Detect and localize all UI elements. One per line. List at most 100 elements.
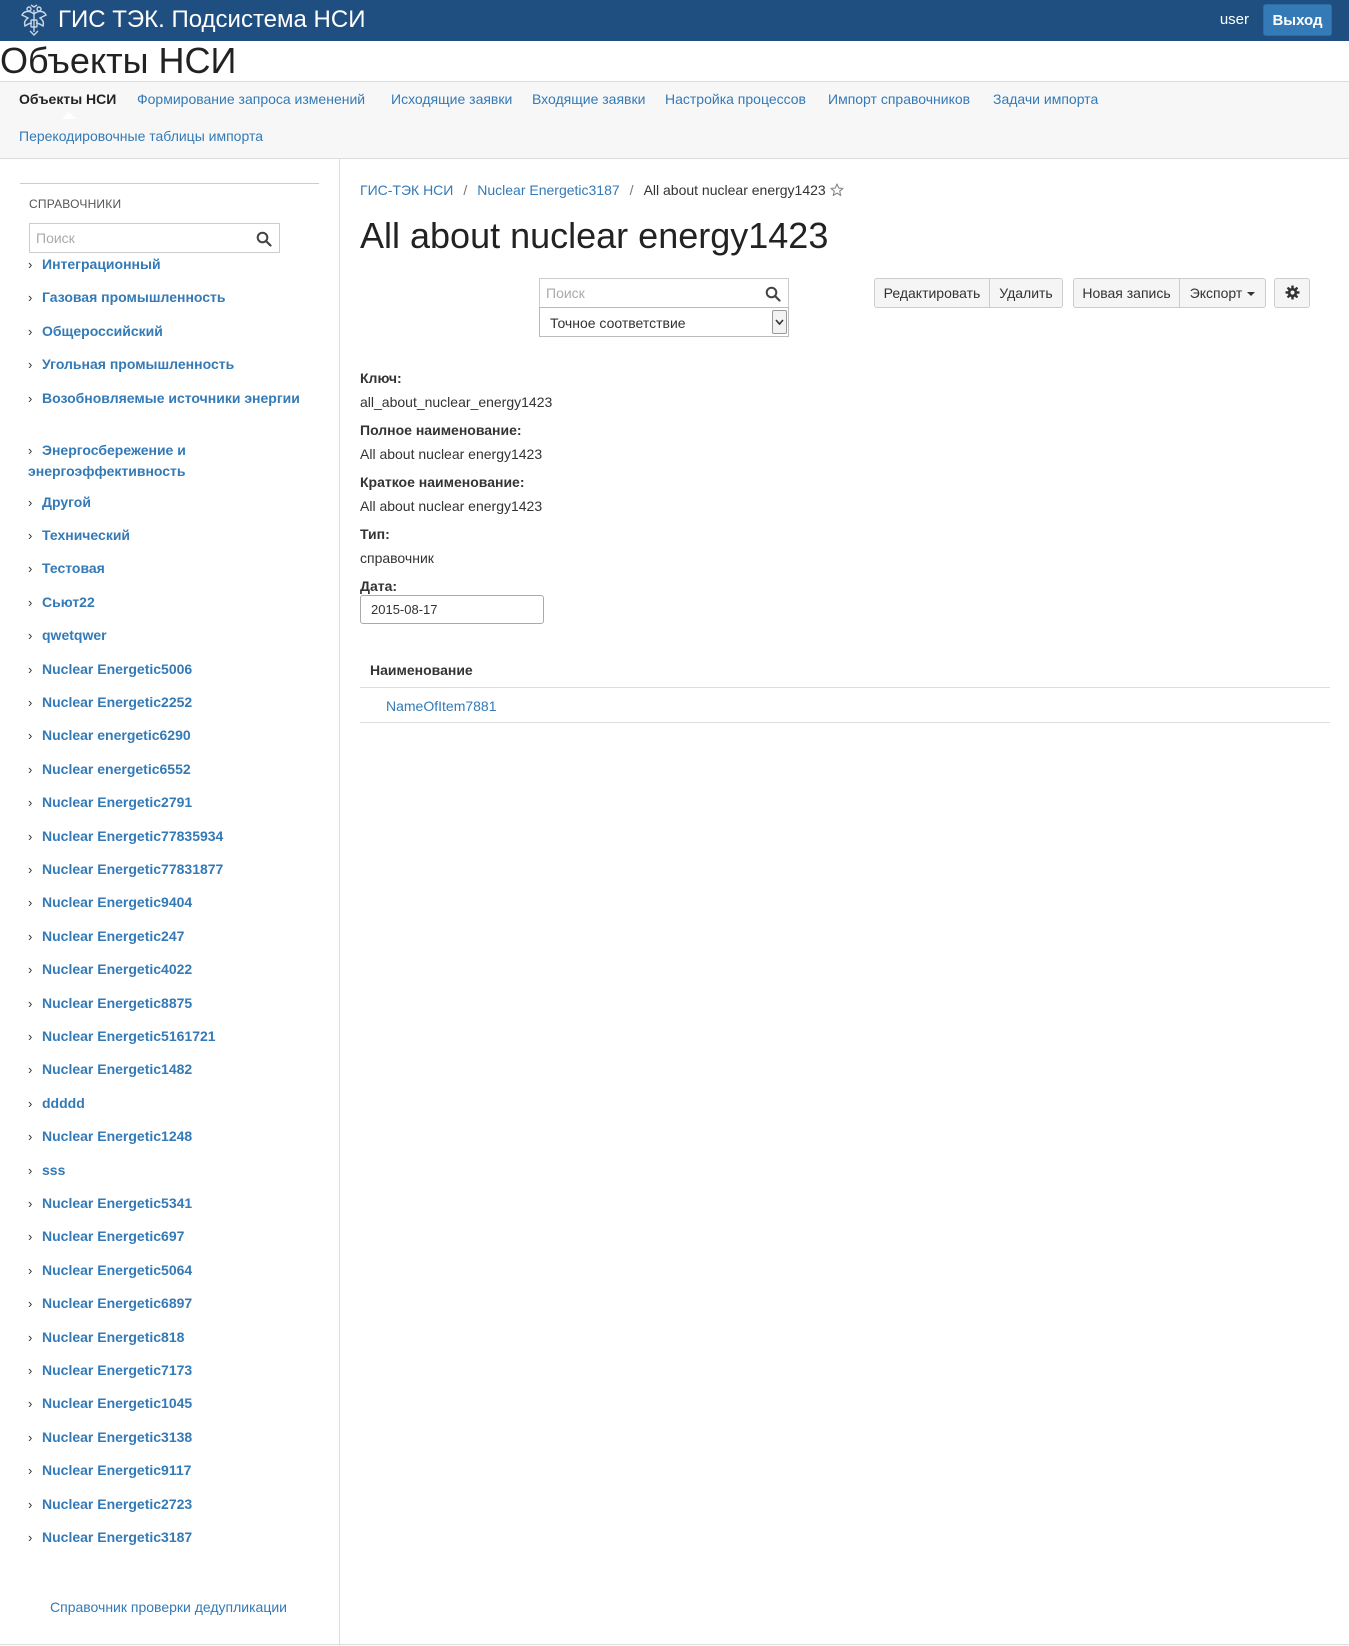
- chevron-right-icon[interactable]: ›: [28, 1394, 42, 1414]
- tree-item-label[interactable]: Nuclear Energetic4022: [42, 961, 192, 977]
- tree-item-label[interactable]: Nuclear Energetic5006: [42, 661, 192, 677]
- chevron-right-icon[interactable]: ›: [28, 1094, 42, 1114]
- chevron-right-icon[interactable]: ›: [28, 1127, 42, 1147]
- tree-item-label[interactable]: Nuclear Energetic697: [42, 1228, 184, 1244]
- nav-tab-import-tasks[interactable]: Задачи импорта: [993, 90, 1098, 108]
- tree-item-label[interactable]: Nuclear Energetic1482: [42, 1061, 192, 1077]
- tree-item[interactable]: › Nuclear Energetic247: [28, 926, 318, 947]
- chevron-right-icon[interactable]: ›: [28, 1027, 42, 1047]
- tree-item-label[interactable]: Nuclear Energetic8875: [42, 995, 192, 1011]
- chevron-right-icon[interactable]: ›: [28, 1194, 42, 1214]
- tree-item-label[interactable]: Nuclear Energetic7173: [42, 1362, 192, 1378]
- tree-item-label[interactable]: Nuclear Energetic3138: [42, 1429, 192, 1445]
- tree-leaf-dedup[interactable]: Справочник проверки дедупликации: [50, 1597, 287, 1617]
- edit-button[interactable]: Редактировать: [874, 278, 990, 308]
- nav-tab-import-dictionaries[interactable]: Импорт справочников: [828, 90, 970, 108]
- tree-item[interactable]: › Nuclear Energetic1482: [28, 1059, 318, 1080]
- tree-item-label[interactable]: Общероссийский: [42, 323, 163, 339]
- record-search-input[interactable]: [540, 279, 788, 307]
- tree-item[interactable]: › Технический: [28, 525, 318, 546]
- tree-item[interactable]: › Возобновляемые источники энергии: [28, 388, 318, 409]
- chevron-right-icon[interactable]: ›: [28, 994, 42, 1014]
- tree-item[interactable]: › Nuclear Energetic3187: [28, 1527, 318, 1548]
- tree-item[interactable]: › Nuclear Energetic818: [28, 1327, 318, 1348]
- chevron-right-icon[interactable]: ›: [28, 1294, 42, 1314]
- nav-tab-recoding-tables[interactable]: Перекодировочные таблицы импорта: [19, 127, 263, 145]
- tree-item[interactable]: › Nuclear Energetic9404: [28, 892, 318, 913]
- tree-item[interactable]: › Nuclear Energetic6897: [28, 1293, 318, 1314]
- table-cell-name-link[interactable]: NameOfItem7881: [386, 697, 497, 715]
- chevron-right-icon[interactable]: ›: [28, 526, 42, 546]
- tree-item[interactable]: › Nuclear Energetic3138: [28, 1427, 318, 1448]
- chevron-right-icon[interactable]: ›: [28, 793, 42, 813]
- settings-button[interactable]: [1274, 278, 1310, 308]
- chevron-right-icon[interactable]: ›: [28, 1428, 42, 1448]
- breadcrumb-root[interactable]: ГИС-ТЭК НСИ: [360, 182, 453, 198]
- tree-item[interactable]: › Nuclear Energetic4022: [28, 959, 318, 980]
- tree-item-label[interactable]: Nuclear Energetic77835934: [42, 828, 223, 844]
- sidebar-search-input[interactable]: [30, 224, 279, 252]
- tree-item-label[interactable]: Энергосбережение и энергоэффективность: [28, 442, 186, 479]
- tree-item[interactable]: › Nuclear Energetic5064: [28, 1260, 318, 1281]
- match-mode-select[interactable]: Точное соответствие: [539, 307, 789, 337]
- chevron-right-icon[interactable]: ›: [28, 927, 42, 947]
- chevron-right-icon[interactable]: ›: [28, 355, 42, 375]
- chevron-right-icon[interactable]: ›: [28, 288, 42, 308]
- nav-tab-objects[interactable]: Объекты НСИ: [19, 90, 116, 108]
- chevron-right-icon[interactable]: ›: [28, 860, 42, 880]
- tree-item-label[interactable]: Nuclear Energetic1248: [42, 1128, 192, 1144]
- tree-item-label[interactable]: Сьют22: [42, 594, 95, 610]
- tree-item-label[interactable]: Nuclear Energetic3187: [42, 1529, 192, 1545]
- nav-tab-incoming[interactable]: Входящие заявки: [532, 90, 645, 108]
- chevron-right-icon[interactable]: ›: [28, 726, 42, 746]
- tree-item-label[interactable]: Nuclear Energetic9117: [42, 1462, 191, 1478]
- tree-item-label[interactable]: ddddd: [42, 1095, 85, 1111]
- chevron-right-icon[interactable]: ›: [28, 1361, 42, 1381]
- tree-item-label[interactable]: Nuclear energetic6552: [42, 761, 191, 777]
- tree-item-label[interactable]: Nuclear Energetic5341: [42, 1195, 192, 1211]
- tree-item-label[interactable]: Nuclear Energetic5161721: [42, 1028, 216, 1044]
- nav-tab-change-request[interactable]: Формирование запроса изменений: [137, 90, 365, 108]
- tree-item-label[interactable]: Интеграционный: [42, 256, 161, 272]
- tree-item-label[interactable]: Nuclear Energetic2791: [42, 794, 192, 810]
- tree-item[interactable]: › Nuclear Energetic77835934: [28, 826, 318, 847]
- tree-item[interactable]: › Энергосбережение и энергоэффективность: [28, 440, 318, 481]
- tree-item[interactable]: › Другой: [28, 492, 318, 513]
- chevron-right-icon[interactable]: ›: [28, 593, 42, 613]
- tree-item[interactable]: › Nuclear energetic6290: [28, 725, 318, 746]
- delete-button[interactable]: Удалить: [989, 278, 1063, 308]
- tree-item[interactable]: › Nuclear Energetic5006: [28, 659, 318, 680]
- tree-item-label[interactable]: Nuclear energetic6290: [42, 727, 191, 743]
- date-field[interactable]: [360, 595, 544, 624]
- chevron-right-icon[interactable]: ›: [28, 1161, 42, 1181]
- chevron-right-icon[interactable]: ›: [28, 1227, 42, 1247]
- new-record-button[interactable]: Новая запись: [1073, 278, 1180, 308]
- tree-item-label[interactable]: qwetqwer: [42, 627, 107, 643]
- tree-item[interactable]: › Nuclear Energetic1045: [28, 1393, 318, 1414]
- tree-item[interactable]: › Nuclear Energetic697: [28, 1226, 318, 1247]
- tree-item[interactable]: › Nuclear Energetic5161721: [28, 1026, 318, 1047]
- chevron-right-icon[interactable]: ›: [28, 660, 42, 680]
- tree-item-label[interactable]: Nuclear Energetic6897: [42, 1295, 192, 1311]
- tree-item-label[interactable]: Газовая промышленность: [42, 289, 226, 305]
- tree-item-label[interactable]: Возобновляемые источники энергии: [42, 390, 300, 406]
- chevron-right-icon[interactable]: ›: [28, 760, 42, 780]
- table-row[interactable]: NameOfItem7881: [360, 688, 1330, 723]
- logout-button[interactable]: Выход: [1263, 4, 1332, 36]
- tree-item-label[interactable]: Nuclear Energetic77831877: [42, 861, 223, 877]
- chevron-right-icon[interactable]: ›: [28, 255, 42, 275]
- tree-item[interactable]: › ddddd: [28, 1093, 318, 1114]
- chevron-right-icon[interactable]: ›: [28, 389, 42, 409]
- nav-tab-process-settings[interactable]: Настройка процессов: [665, 90, 806, 108]
- chevron-right-icon[interactable]: ›: [28, 1060, 42, 1080]
- chevron-right-icon[interactable]: ›: [28, 1528, 42, 1548]
- tree-item-label[interactable]: Другой: [42, 494, 91, 510]
- tree-item-label[interactable]: Тестовая: [42, 560, 105, 576]
- chevron-right-icon[interactable]: ›: [28, 1461, 42, 1481]
- tree-item[interactable]: › Сьют22: [28, 592, 318, 613]
- chevron-right-icon[interactable]: ›: [28, 559, 42, 579]
- chevron-right-icon[interactable]: ›: [28, 693, 42, 713]
- tree-item[interactable]: › Nuclear Energetic77831877: [28, 859, 318, 880]
- chevron-right-icon[interactable]: ›: [28, 1328, 42, 1348]
- tree-item[interactable]: › Угольная промышленность: [28, 354, 318, 375]
